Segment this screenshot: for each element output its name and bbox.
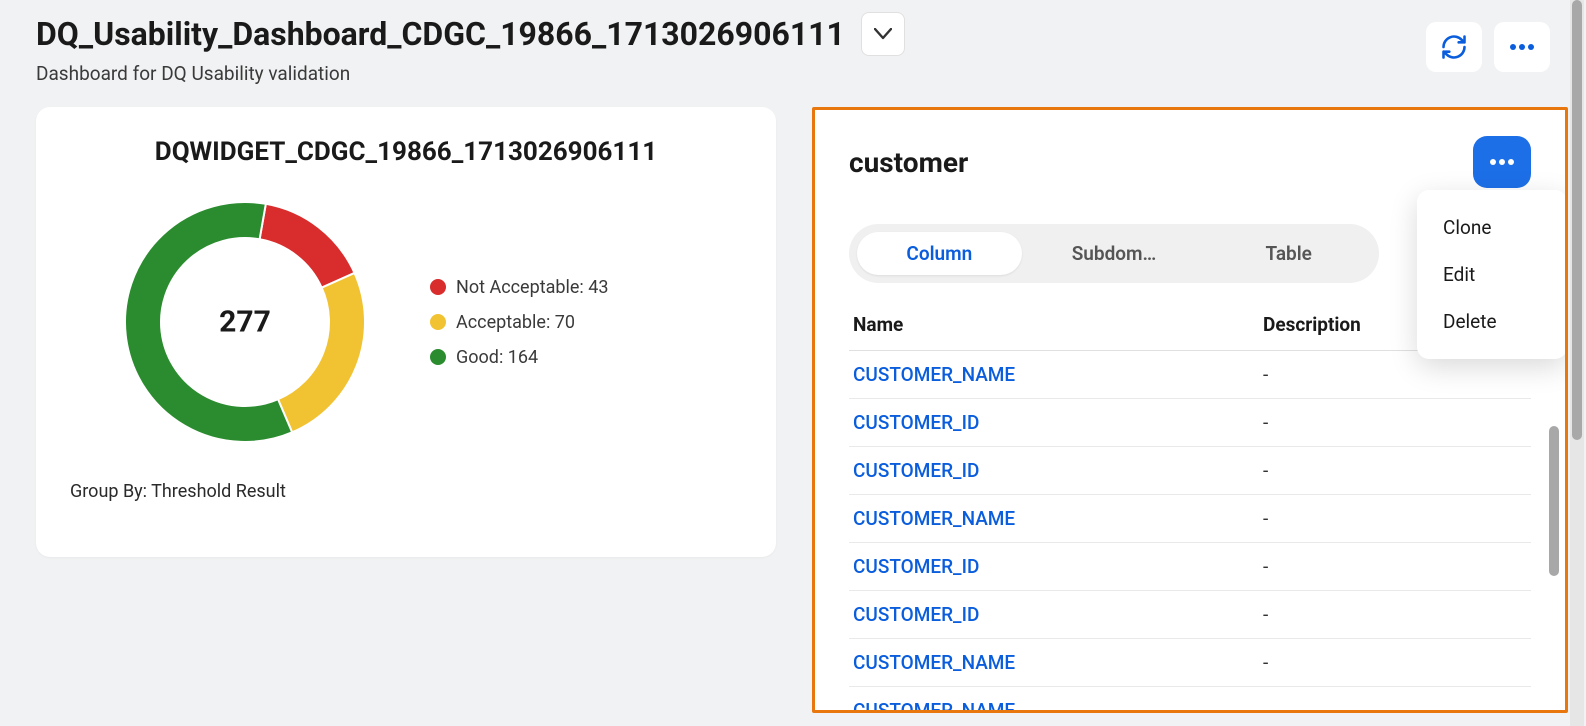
header-actions bbox=[1426, 12, 1550, 72]
widget-card: DQWIDGET_CDGC_19866_1713026906111 277 No… bbox=[36, 107, 776, 557]
row-description: - bbox=[1263, 555, 1527, 578]
refresh-icon bbox=[1440, 33, 1468, 61]
row-description: - bbox=[1263, 603, 1527, 626]
table-row: CUSTOMER_ID- bbox=[849, 399, 1531, 447]
customer-card: customer ColumnSubdom…Table Name Descrip… bbox=[812, 107, 1568, 713]
title-chevron-button[interactable] bbox=[861, 12, 905, 56]
customer-dropdown-menu: CloneEditDelete bbox=[1417, 190, 1567, 359]
row-description: - bbox=[1263, 651, 1527, 674]
tabs-bar: ColumnSubdom…Table bbox=[849, 224, 1379, 283]
row-description: - bbox=[1263, 363, 1527, 386]
customer-title: customer bbox=[849, 146, 968, 179]
header-left: DQ_Usability_Dashboard_CDGC_19866_171302… bbox=[36, 12, 1426, 85]
table-row: CUSTOMER_ID- bbox=[849, 543, 1531, 591]
menu-item-delete[interactable]: Delete bbox=[1417, 298, 1567, 345]
customer-header: customer bbox=[849, 136, 1531, 188]
donut-chart: 277 bbox=[120, 197, 370, 447]
legend-dot bbox=[430, 349, 446, 365]
table-body: CUSTOMER_NAME-CUSTOMER_ID-CUSTOMER_ID-CU… bbox=[849, 351, 1531, 713]
legend-item[interactable]: Good: 164 bbox=[430, 347, 608, 368]
row-name-link[interactable]: CUSTOMER_NAME bbox=[853, 651, 1263, 674]
row-name-link[interactable]: CUSTOMER_NAME bbox=[853, 363, 1263, 386]
tab-column[interactable]: Column bbox=[857, 232, 1022, 275]
tab-table[interactable]: Table bbox=[1206, 232, 1371, 275]
page-title: DQ_Usability_Dashboard_CDGC_19866_171302… bbox=[36, 15, 845, 53]
donut-slice[interactable] bbox=[260, 204, 355, 288]
row-name-link[interactable]: CUSTOMER_ID bbox=[853, 603, 1263, 626]
row-name-link[interactable]: CUSTOMER_ID bbox=[853, 459, 1263, 482]
column-header-name: Name bbox=[853, 313, 1263, 336]
legend-item[interactable]: Acceptable: 70 bbox=[430, 312, 608, 333]
table-row: CUSTOMER_ID- bbox=[849, 591, 1531, 639]
chart-legend: Not Acceptable: 43 Acceptable: 70 Good: 16… bbox=[430, 277, 608, 368]
row-description: - bbox=[1263, 411, 1527, 434]
more-button[interactable] bbox=[1494, 22, 1550, 72]
panel-scrollbar-thumb[interactable] bbox=[1549, 426, 1559, 576]
page-scrollbar-track[interactable] bbox=[1570, 0, 1584, 726]
page-header: DQ_Usability_Dashboard_CDGC_19866_171302… bbox=[0, 0, 1586, 85]
page-scrollbar-thumb[interactable] bbox=[1572, 0, 1582, 440]
chevron-down-icon bbox=[874, 28, 892, 40]
legend-label: Good: 164 bbox=[456, 347, 538, 368]
donut-total: 277 bbox=[219, 305, 271, 340]
title-row: DQ_Usability_Dashboard_CDGC_19866_171302… bbox=[36, 12, 1426, 56]
chart-area: 277 Not Acceptable: 43 Acceptable: 70 Good… bbox=[70, 197, 742, 447]
table-row: CUSTOMER_ID- bbox=[849, 447, 1531, 495]
legend-label: Not Acceptable: 43 bbox=[456, 277, 608, 298]
row-name-link[interactable]: CUSTOMER_NAME bbox=[853, 507, 1263, 530]
main-content: DQWIDGET_CDGC_19866_1713026906111 277 No… bbox=[0, 85, 1586, 711]
row-name-link[interactable]: CUSTOMER_ID bbox=[853, 411, 1263, 434]
row-description: - bbox=[1263, 699, 1527, 713]
more-horizontal-icon bbox=[1509, 43, 1535, 51]
legend-dot bbox=[430, 314, 446, 330]
refresh-button[interactable] bbox=[1426, 22, 1482, 72]
customer-more-button[interactable] bbox=[1473, 136, 1531, 188]
row-description: - bbox=[1263, 507, 1527, 530]
legend-dot bbox=[430, 279, 446, 295]
row-name-link[interactable]: CUSTOMER_ID bbox=[853, 555, 1263, 578]
legend-item[interactable]: Not Acceptable: 43 bbox=[430, 277, 608, 298]
legend-label: Acceptable: 70 bbox=[456, 312, 575, 333]
row-name-link[interactable]: CUSTOMER_NAME bbox=[853, 699, 1263, 713]
table-row: CUSTOMER_NAME- bbox=[849, 687, 1531, 713]
table-row: CUSTOMER_NAME- bbox=[849, 639, 1531, 687]
groupby-label: Group By: Threshold Result bbox=[70, 481, 742, 502]
menu-item-edit[interactable]: Edit bbox=[1417, 251, 1567, 298]
row-description: - bbox=[1263, 459, 1527, 482]
table-row: CUSTOMER_NAME- bbox=[849, 495, 1531, 543]
tab-subdom[interactable]: Subdom… bbox=[1032, 232, 1197, 275]
donut-slice[interactable] bbox=[278, 273, 365, 432]
widget-title: DQWIDGET_CDGC_19866_1713026906111 bbox=[70, 137, 742, 167]
more-horizontal-icon bbox=[1489, 158, 1515, 166]
page-subtitle: Dashboard for DQ Usability validation bbox=[36, 62, 1426, 85]
menu-item-clone[interactable]: Clone bbox=[1417, 204, 1567, 251]
